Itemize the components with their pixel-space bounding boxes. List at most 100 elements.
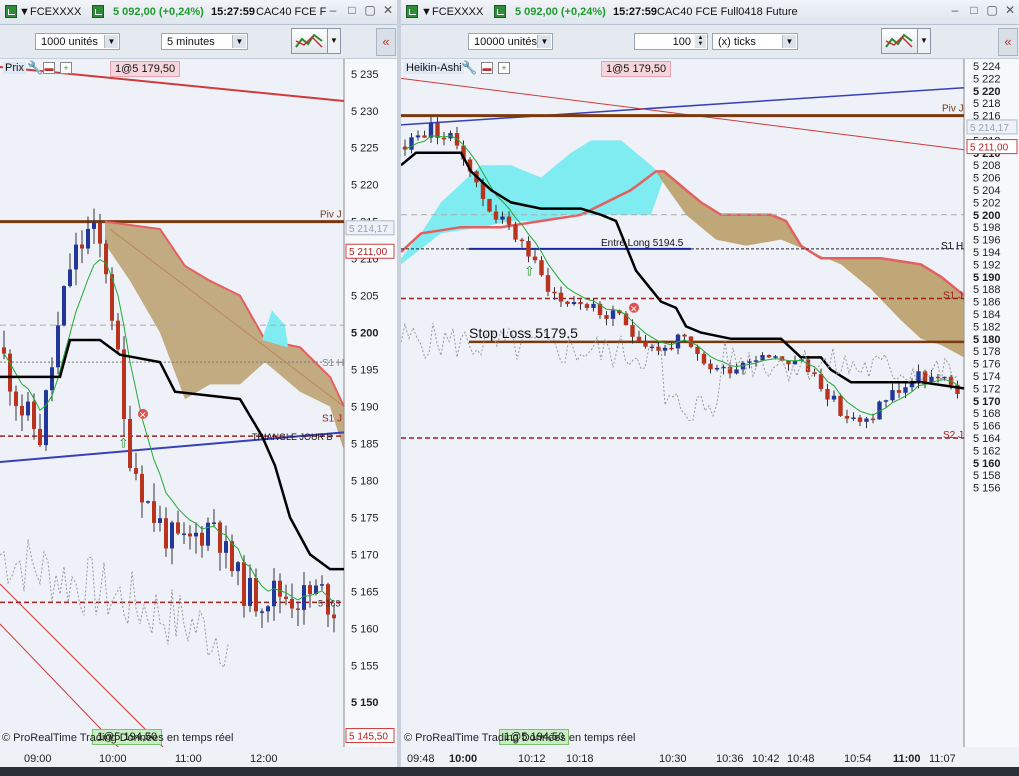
candle [714, 367, 720, 370]
symbol-name[interactable]: FCEXXXX [30, 6, 81, 18]
indicators-button[interactable] [881, 28, 919, 54]
level-label: Piv J [942, 104, 964, 115]
add-indicator-icon[interactable]: + [498, 62, 510, 74]
price-axis-tick: 5 190 [351, 402, 379, 414]
chevron-down-icon[interactable]: ▼ [537, 35, 551, 48]
candle [290, 598, 294, 609]
candle [260, 611, 264, 613]
right-price-chart[interactable]: ⇧ ✕ Entré Long 5194.5 Stop Loss 5179.5 Piv J… [401, 59, 1019, 767]
candle [86, 228, 90, 249]
level-label: 5 163 [318, 598, 341, 608]
candle [116, 320, 120, 350]
side-panel-tab[interactable]: « [376, 28, 396, 56]
maximize-icon[interactable]: □ [967, 4, 981, 18]
minimize-icon[interactable]: – [326, 4, 340, 18]
left-toolbar: 1000 unités ▼ 5 minutes ▼ ▼ « [0, 25, 397, 59]
price-axis-tick: 5 174 [973, 371, 1001, 383]
price-axis-tick: 5 220 [973, 86, 1001, 98]
candle [296, 608, 300, 610]
candle [422, 135, 427, 138]
restore-icon[interactable]: ▢ [363, 4, 377, 18]
candle [272, 580, 276, 607]
price-tag-current-text: 5 211,00 [970, 143, 1009, 154]
candle [935, 376, 941, 379]
side-panel-tab[interactable]: « [998, 28, 1018, 56]
copyright-text: © ProRealTime Trading Données en temps r… [404, 732, 636, 744]
dropdown-arrow-icon[interactable]: ▼ [19, 6, 30, 18]
price-axis-tick: 5 200 [351, 328, 379, 340]
price-axis-tick: 5 205 [351, 291, 379, 303]
candle [506, 216, 512, 225]
price-axis-tick: 5 165 [351, 586, 379, 598]
time-axis-tick: 10:00 [99, 753, 127, 765]
copyright-text: © ProRealTime Trading Données en temps r… [2, 732, 234, 744]
price-axis-tick: 5 208 [973, 160, 1001, 172]
candle [44, 390, 48, 446]
wrench-icon[interactable]: 🔧 [27, 60, 43, 76]
candle [565, 301, 570, 305]
candle [188, 533, 192, 537]
candle [532, 256, 538, 261]
minimize-icon[interactable]: – [948, 4, 962, 18]
chevron-down-icon[interactable]: ▼ [917, 28, 931, 54]
spinner-icon[interactable]: ▲ ▼ [695, 35, 706, 48]
units-select-value: 1000 unités [41, 36, 98, 48]
remove-indicator-icon[interactable]: ▬ [481, 62, 493, 74]
chevron-down-icon[interactable]: ▼ [327, 28, 341, 54]
timeframe-select[interactable]: 5 minutes ▼ [161, 33, 248, 50]
ticks-input-value: 100 [672, 36, 691, 48]
chevron-down-icon[interactable]: ▼ [782, 35, 796, 48]
level-label: S2 J [943, 430, 963, 441]
close-icon[interactable]: ✕ [381, 4, 395, 18]
units-select[interactable]: 10000 unités ▼ [468, 33, 553, 50]
price-axis-tick: 5 198 [973, 222, 1001, 234]
ticks-select[interactable]: (x) ticks ▼ [712, 33, 798, 50]
price-axis-tick: 5 188 [973, 284, 1001, 296]
candle [248, 577, 252, 606]
time-axis-tick: 11:00 [893, 753, 921, 765]
candle [122, 349, 126, 419]
candle [320, 584, 324, 586]
chevron-down-icon[interactable]: ▼ [232, 35, 246, 48]
candle [571, 302, 577, 305]
price-axis-tick: 5 176 [973, 359, 1001, 371]
time-axis-tick: 09:00 [24, 753, 52, 765]
maximize-icon[interactable]: □ [345, 4, 359, 18]
candle [584, 304, 590, 308]
time-axis-tick: 10:18 [566, 753, 594, 765]
candle [792, 360, 798, 365]
indicators-button[interactable] [291, 28, 329, 54]
chevron-down-icon[interactable]: ▼ [104, 35, 118, 48]
add-indicator-icon[interactable]: + [60, 62, 72, 74]
price-axis-tick: 5 196 [973, 235, 1001, 247]
restore-icon[interactable]: ▢ [985, 4, 999, 18]
order-box[interactable]: 1@5 179,50 [110, 61, 181, 77]
candle [74, 244, 78, 270]
price-axis-tick: 5 166 [973, 421, 1001, 433]
chart-type-label: Heikin-Ashi [404, 62, 464, 74]
buy-arrow-icon: ⇧ [118, 436, 129, 451]
level-label: S1 H [322, 358, 344, 369]
candle [62, 286, 66, 326]
candle [604, 315, 609, 319]
price-axis-tick: 5 175 [351, 512, 379, 524]
wrench-icon[interactable]: 🔧 [461, 60, 477, 76]
order-box[interactable]: 1@5 179,50 [601, 61, 672, 77]
dropdown-arrow-icon[interactable]: ▼ [421, 6, 432, 18]
price-axis-tick: 5 220 [351, 180, 379, 192]
units-select[interactable]: 1000 unités ▼ [35, 33, 120, 50]
left-price-chart[interactable]: ⇧ ✕ Piv J S1 H S1 J 5 163 TRIANGLE JOUR B 5 235… [0, 59, 397, 767]
price-change: 5 092,00 (+0,24%) [515, 6, 606, 18]
close-icon[interactable]: ✕ [1003, 4, 1017, 18]
remove-indicator-icon[interactable]: ▬ [43, 62, 55, 74]
candle [20, 405, 24, 416]
candle [212, 522, 216, 524]
candle [176, 522, 180, 534]
right-chart-window: ▼ FCEXXXX 5 092,00 (+0,24%) 15:27:59 CAC… [401, 0, 1019, 776]
symbol-name[interactable]: FCEXXXX [432, 6, 483, 18]
candle [194, 532, 198, 537]
ticks-input[interactable]: 100 ▲ ▼ [634, 33, 708, 50]
price-axis-tick: 5 235 [351, 69, 379, 81]
right-toolbar: 10000 unités ▼ 100 ▲ ▼ (x) ticks ▼ ▼ « [401, 25, 1019, 59]
candle [2, 347, 6, 354]
